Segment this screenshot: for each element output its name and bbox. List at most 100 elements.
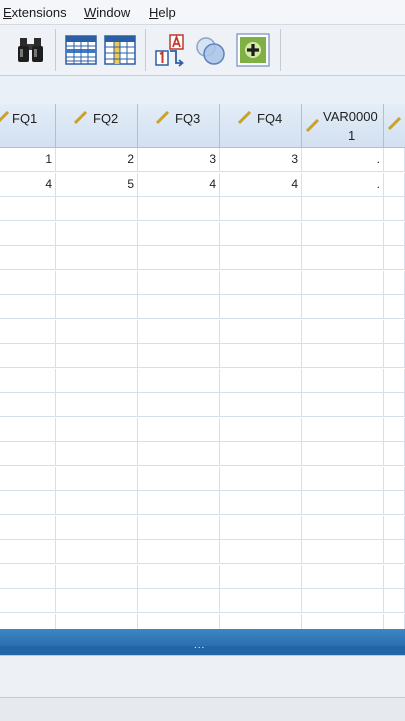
grid-cell[interactable]: [56, 393, 138, 417]
grid-cell[interactable]: .: [302, 148, 384, 172]
grid-cell[interactable]: [302, 466, 384, 491]
grid-cell[interactable]: [302, 270, 384, 295]
grid-cell[interactable]: [138, 319, 220, 344]
grid-cell[interactable]: [0, 197, 56, 221]
grid-cell[interactable]: [220, 221, 302, 246]
grid-cell[interactable]: [0, 319, 56, 344]
grid-cell[interactable]: [302, 589, 384, 613]
grid-cell[interactable]: [384, 295, 405, 319]
grid-cell[interactable]: [0, 491, 56, 515]
grid-cell[interactable]: [138, 344, 220, 368]
grid-cell[interactable]: [56, 491, 138, 515]
grid-cell[interactable]: [302, 295, 384, 319]
grid-cell[interactable]: [0, 221, 56, 246]
grid-cell[interactable]: [220, 417, 302, 442]
grid-cell[interactable]: [384, 564, 405, 589]
grid-cell[interactable]: [302, 491, 384, 515]
grid-cell[interactable]: [56, 344, 138, 368]
grid-cell[interactable]: 4: [138, 172, 220, 197]
grid-cell[interactable]: [0, 442, 56, 466]
grid-cell[interactable]: [56, 564, 138, 589]
grid-cell[interactable]: [138, 270, 220, 295]
grid-cell[interactable]: [138, 221, 220, 246]
grid-cell[interactable]: [384, 491, 405, 515]
grid-cell[interactable]: [0, 270, 56, 295]
grid-cell[interactable]: [0, 589, 56, 613]
grid-cell[interactable]: [302, 344, 384, 368]
use-sets-button[interactable]: [193, 33, 227, 67]
grid-cell[interactable]: [384, 540, 405, 564]
grid-cell[interactable]: [0, 564, 56, 589]
grid-cell[interactable]: [384, 417, 405, 442]
grid-cell[interactable]: [56, 442, 138, 466]
grid-cell[interactable]: [220, 540, 302, 564]
grid-cell[interactable]: 1: [0, 148, 56, 172]
grid-cell[interactable]: [138, 491, 220, 515]
grid-cell[interactable]: [56, 589, 138, 613]
grid-cell[interactable]: [138, 589, 220, 613]
grid-cell[interactable]: [302, 319, 384, 344]
grid-cell[interactable]: [138, 295, 220, 319]
go-to-variable-button[interactable]: [103, 33, 137, 67]
grid-cell[interactable]: [384, 172, 405, 197]
grid-cell[interactable]: [56, 368, 138, 393]
grid-cell[interactable]: [384, 442, 405, 466]
grid-cell[interactable]: [138, 540, 220, 564]
column-header-fq2[interactable]: FQ2: [56, 104, 138, 148]
column-header-next[interactable]: [384, 104, 405, 148]
grid-cell[interactable]: [302, 197, 384, 221]
grid-cell[interactable]: [220, 564, 302, 589]
grid-cell[interactable]: [0, 466, 56, 491]
grid-cell[interactable]: [0, 368, 56, 393]
go-to-case-button[interactable]: [64, 33, 98, 67]
grid-cell[interactable]: [56, 319, 138, 344]
grid-cell[interactable]: [384, 270, 405, 295]
grid-cell[interactable]: .: [302, 172, 384, 197]
grid-cell[interactable]: [384, 221, 405, 246]
grid-cell[interactable]: [302, 613, 384, 629]
grid-cell[interactable]: [384, 393, 405, 417]
grid-cell[interactable]: [302, 442, 384, 466]
grid-cell[interactable]: [220, 393, 302, 417]
grid-cell[interactable]: 3: [220, 148, 302, 172]
grid-cell[interactable]: [384, 246, 405, 270]
grid-cell[interactable]: [220, 319, 302, 344]
grid-cell[interactable]: [220, 491, 302, 515]
grid-cell[interactable]: [0, 344, 56, 368]
menu-help[interactable]: Help: [149, 5, 176, 20]
grid-cell[interactable]: [220, 466, 302, 491]
grid-cell[interactable]: [138, 393, 220, 417]
grid-cell[interactable]: [302, 515, 384, 540]
grid-cell[interactable]: [138, 564, 220, 589]
grid-cell[interactable]: [138, 515, 220, 540]
grid-cell[interactable]: [220, 270, 302, 295]
grid-cell[interactable]: [220, 246, 302, 270]
grid-cell[interactable]: [56, 515, 138, 540]
grid-cell[interactable]: [302, 564, 384, 589]
column-header-fq1[interactable]: FQ1: [0, 104, 56, 148]
grid-cell[interactable]: [384, 319, 405, 344]
grid-cell[interactable]: 4: [220, 172, 302, 197]
grid-cell[interactable]: [138, 246, 220, 270]
grid-cell[interactable]: [0, 393, 56, 417]
grid-cell[interactable]: [0, 613, 56, 629]
grid-cell[interactable]: [56, 417, 138, 442]
grid-cell[interactable]: [384, 197, 405, 221]
grid-cell[interactable]: [138, 613, 220, 629]
grid-cell[interactable]: [220, 295, 302, 319]
grid-cell[interactable]: [0, 295, 56, 319]
grid-cell[interactable]: [0, 246, 56, 270]
grid-cell[interactable]: [220, 442, 302, 466]
grid-cell[interactable]: [302, 246, 384, 270]
pane-splitter[interactable]: ...: [0, 640, 405, 655]
grid-cell[interactable]: [138, 197, 220, 221]
grid-cell[interactable]: [56, 613, 138, 629]
grid-cell[interactable]: [302, 417, 384, 442]
grid-cell[interactable]: [384, 466, 405, 491]
grid-cell[interactable]: [138, 442, 220, 466]
grid-cell[interactable]: 4: [0, 172, 56, 197]
grid-cell[interactable]: [0, 515, 56, 540]
grid-cell[interactable]: [384, 148, 405, 172]
grid-cell[interactable]: 3: [138, 148, 220, 172]
grid-cell[interactable]: [384, 515, 405, 540]
